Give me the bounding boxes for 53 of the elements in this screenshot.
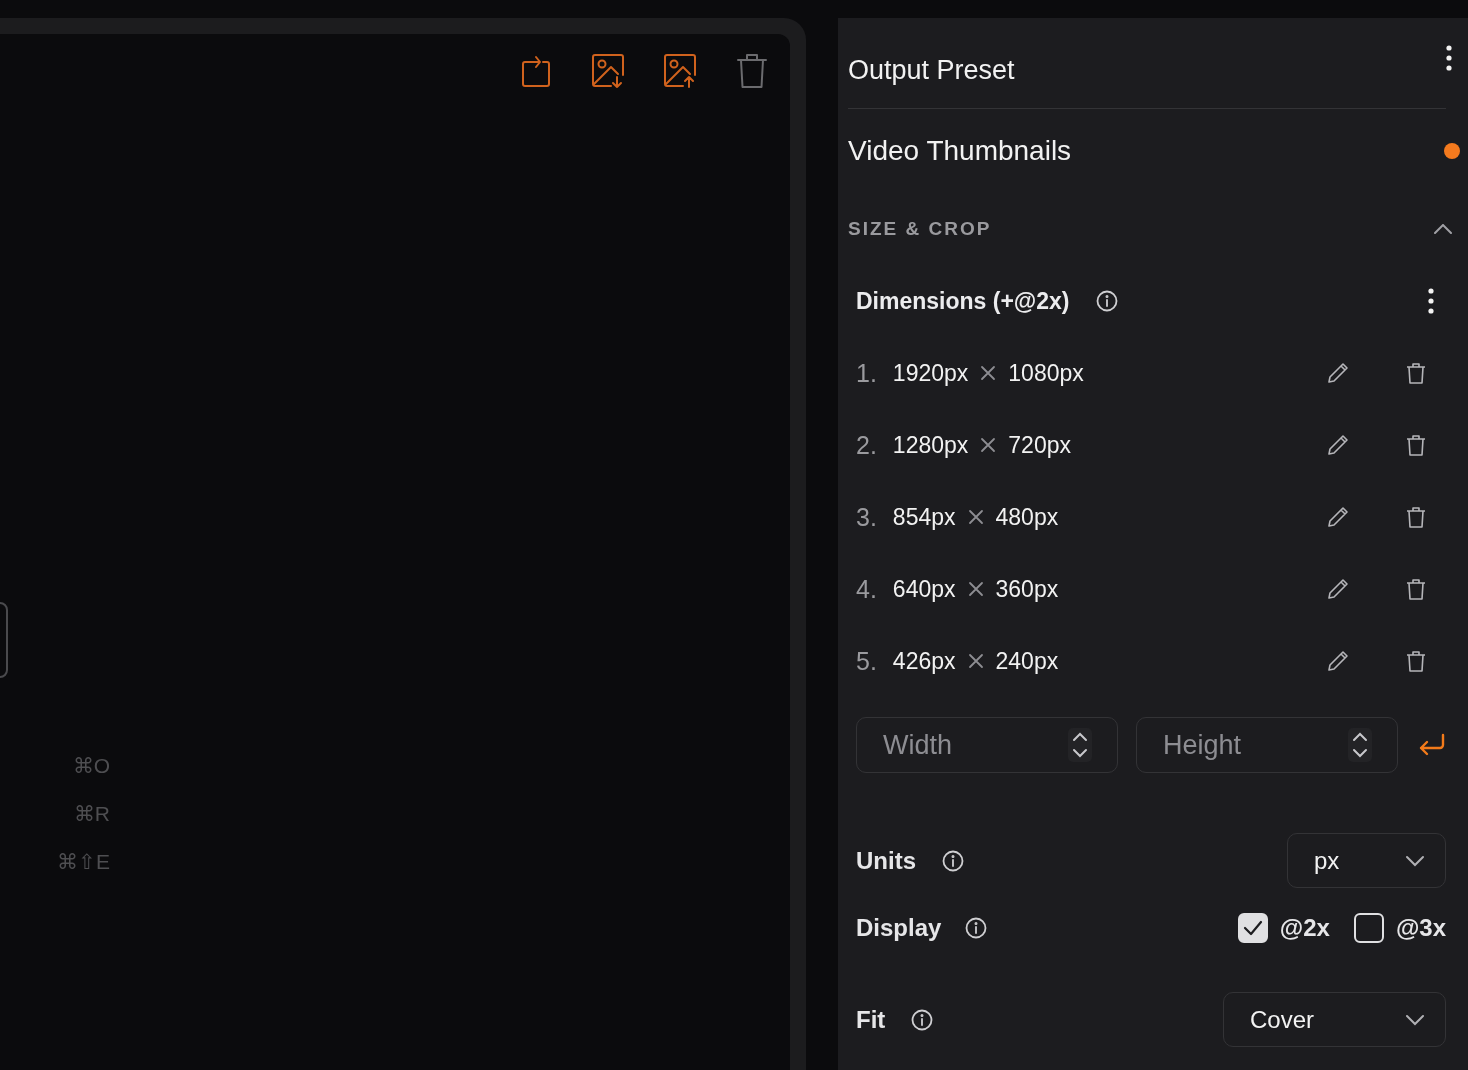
checkmark-icon (1241, 919, 1264, 937)
shortcut-label: ⌘O (72, 754, 110, 778)
fit-dropdown[interactable]: Cover (1223, 992, 1446, 1047)
units-label: Units (856, 846, 916, 875)
chevron-icon (1405, 1013, 1425, 1026)
width-value: 640px (892, 575, 956, 603)
height-value: 240px (995, 647, 1059, 675)
checkbox-label: @2x (1279, 914, 1330, 942)
width-value: 854px (892, 503, 956, 531)
shortcut-label: ⌘R (73, 802, 110, 826)
section-header: SIZE & CROP (848, 218, 992, 240)
width-value: 426px (892, 647, 956, 675)
width-value: 1280px (892, 431, 969, 459)
image-download-icon[interactable] (590, 52, 626, 90)
times-icon (967, 581, 984, 597)
stepper-icon[interactable] (1348, 728, 1372, 762)
number-field[interactable]: Height (1136, 717, 1398, 773)
row-number: 3. (856, 502, 877, 532)
times-icon (967, 653, 984, 669)
times-icon (967, 509, 984, 525)
number-field[interactable]: Width (856, 717, 1118, 773)
row-number: 2. (856, 430, 877, 460)
height-value: 480px (995, 503, 1059, 531)
row-number: 4. (856, 574, 877, 604)
info-icon[interactable] (911, 1008, 934, 1031)
info-icon[interactable] (965, 917, 988, 939)
more-icon[interactable] (1446, 45, 1452, 71)
row-number: 5. (856, 646, 877, 676)
stepper-icon[interactable] (1068, 728, 1092, 762)
info-icon[interactable] (1095, 290, 1118, 312)
height-value: 1080px (1008, 359, 1084, 387)
more-icon[interactable] (1428, 288, 1434, 314)
enter-icon[interactable] (1418, 733, 1446, 757)
panel-title: Output Preset (848, 53, 1015, 86)
fit-label: Fit (856, 1005, 886, 1034)
checkbox-label: @3x (1395, 914, 1446, 942)
times-icon (980, 437, 997, 453)
image-upload-icon[interactable] (662, 52, 698, 90)
row-number: 1. (856, 358, 877, 388)
checkbox[interactable] (1353, 913, 1384, 943)
width-value: 1920px (892, 359, 969, 387)
checkbox[interactable] (1237, 913, 1268, 943)
units-dropdown[interactable]: px (1287, 833, 1446, 888)
chevron-icon (1405, 854, 1425, 867)
times-icon (980, 365, 997, 381)
display-label: Display (856, 914, 942, 942)
info-icon[interactable] (942, 849, 964, 872)
preset-name: Video Thumbnails (848, 135, 1072, 167)
shortcut-label: ⌘⇧E (57, 850, 110, 874)
chevron-icon[interactable] (1434, 224, 1452, 234)
dimensions-label: Dimensions (+@2x) (856, 287, 1070, 315)
height-value: 720px (1008, 431, 1071, 459)
height-value: 360px (995, 575, 1059, 603)
